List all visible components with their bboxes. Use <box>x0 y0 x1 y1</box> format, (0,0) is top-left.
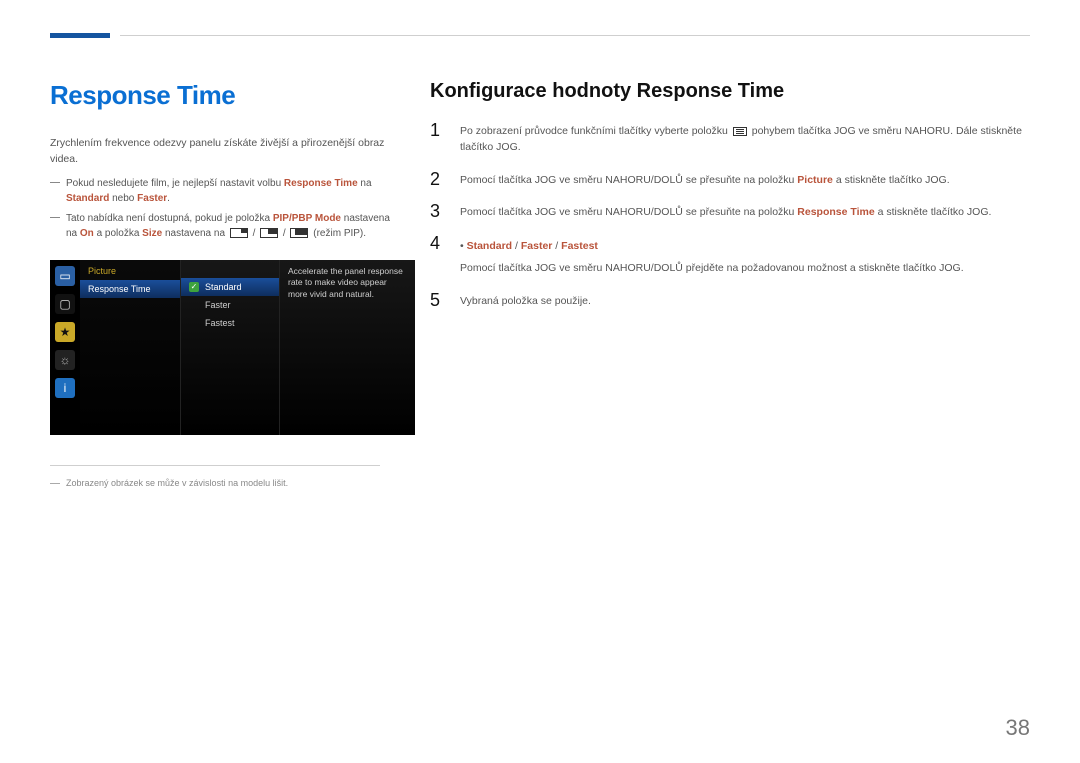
osd-icon-screen: ▢ <box>55 294 75 314</box>
osd-option-faster: ✓Faster <box>181 296 279 314</box>
osd-menu-item: Response Time <box>80 280 180 298</box>
step-text: Pomocí tlačítka JOG ve směru NAHORU/DOLŮ… <box>460 262 964 274</box>
note-1: Pokud nesledujete film, je nejlepší nast… <box>50 176 400 207</box>
step-2: 2 Pomocí tlačítka JOG ve směru NAHORU/DO… <box>430 170 1030 188</box>
osd-icon-picture: ▭ <box>55 266 75 286</box>
menu-icon <box>733 127 747 136</box>
highlight-response-time: Response Time <box>284 178 358 189</box>
osd-option-fastest: ✓Fastest <box>181 314 279 332</box>
pip-size-small-icon <box>230 228 248 238</box>
osd-menu-column: Picture Response Time <box>80 260 180 435</box>
osd-option-label: Standard <box>205 282 242 292</box>
osd-screenshot: ▭ ▢ ★ ☼ i Picture Response Time ✓ Standar… <box>50 260 415 435</box>
step-text: a stiskněte tlačítko JOG. <box>875 206 992 218</box>
highlight-faster: Faster <box>521 240 553 252</box>
page-number: 38 <box>1006 715 1030 741</box>
note-text: Pokud nesledujete film, je nejlepší nast… <box>66 178 284 189</box>
pip-size-large-icon <box>290 228 308 238</box>
check-icon: ✓ <box>189 282 199 292</box>
footnote-rule <box>50 465 380 466</box>
osd-options-column: ✓ Standard ✓Faster ✓Fastest <box>180 260 280 435</box>
osd-option-label: Faster <box>205 300 231 310</box>
highlight-picture: Picture <box>797 174 833 186</box>
page-title: Response Time <box>50 80 400 111</box>
note-text: . <box>167 193 170 204</box>
options-bullet: Standard / Faster / Fastest <box>460 238 1030 254</box>
step-5: 5 Vybraná položka se použije. <box>430 291 1030 309</box>
section-title: Konfigurace hodnoty Response Time <box>430 80 1030 103</box>
header-rule <box>50 20 1030 50</box>
step-text: Vybraná položka se použije. <box>460 295 591 307</box>
osd-option-label: Fastest <box>205 318 235 328</box>
highlight-size: Size <box>142 228 162 239</box>
step-text: Pomocí tlačítka JOG ve směru NAHORU/DOLŮ… <box>460 206 797 218</box>
accent-bar <box>50 33 110 38</box>
osd-option-standard: ✓ Standard <box>181 278 279 296</box>
step-3: 3 Pomocí tlačítka JOG ve směru NAHORU/DO… <box>430 202 1030 220</box>
osd-menu-title: Picture <box>80 260 180 280</box>
note-2: Tato nabídka není dostupná, pokud je pol… <box>50 211 400 242</box>
step-number: 1 <box>430 121 446 156</box>
intro-paragraph: Zrychlením frekvence odezvy panelu získá… <box>50 135 400 168</box>
osd-icon-settings: ☼ <box>55 350 75 370</box>
step-text: Po zobrazení průvodce funkčními tlačítky… <box>460 125 731 137</box>
note-text: nebo <box>109 193 137 204</box>
step-number: 4 <box>430 234 446 277</box>
note-text: (režim PIP). <box>313 228 366 239</box>
step-number: 3 <box>430 202 446 220</box>
footnote: Zobrazený obrázek se může v závislosti n… <box>50 478 400 488</box>
step-number: 5 <box>430 291 446 309</box>
highlight-on: On <box>80 228 94 239</box>
osd-description: Accelerate the panel response rate to ma… <box>280 260 415 435</box>
highlight-faster: Faster <box>137 193 167 204</box>
note-text: na <box>358 178 372 189</box>
note-text: a položka <box>94 228 142 239</box>
horizontal-rule <box>120 35 1030 36</box>
step-number: 2 <box>430 170 446 188</box>
step-text: Pomocí tlačítka JOG ve směru NAHORU/DOLŮ… <box>460 174 797 186</box>
note-text: Tato nabídka není dostupná, pokud je pol… <box>66 213 273 224</box>
highlight-standard: Standard <box>467 240 513 252</box>
osd-icon-info: i <box>55 378 75 398</box>
osd-icon-star: ★ <box>55 322 75 342</box>
step-4: 4 Standard / Faster / Fastest Pomocí tla… <box>430 234 1030 277</box>
highlight-pip-pbp: PIP/PBP Mode <box>273 213 341 224</box>
osd-icon-column: ▭ ▢ ★ ☼ i <box>50 260 80 435</box>
highlight-standard: Standard <box>66 193 109 204</box>
highlight-fastest: Fastest <box>561 240 598 252</box>
note-text: nastavena na <box>162 228 228 239</box>
step-1: 1 Po zobrazení průvodce funkčními tlačít… <box>430 121 1030 156</box>
pip-size-medium-icon <box>260 228 278 238</box>
step-text: a stiskněte tlačítko JOG. <box>833 174 950 186</box>
highlight-response-time: Response Time <box>797 206 874 218</box>
